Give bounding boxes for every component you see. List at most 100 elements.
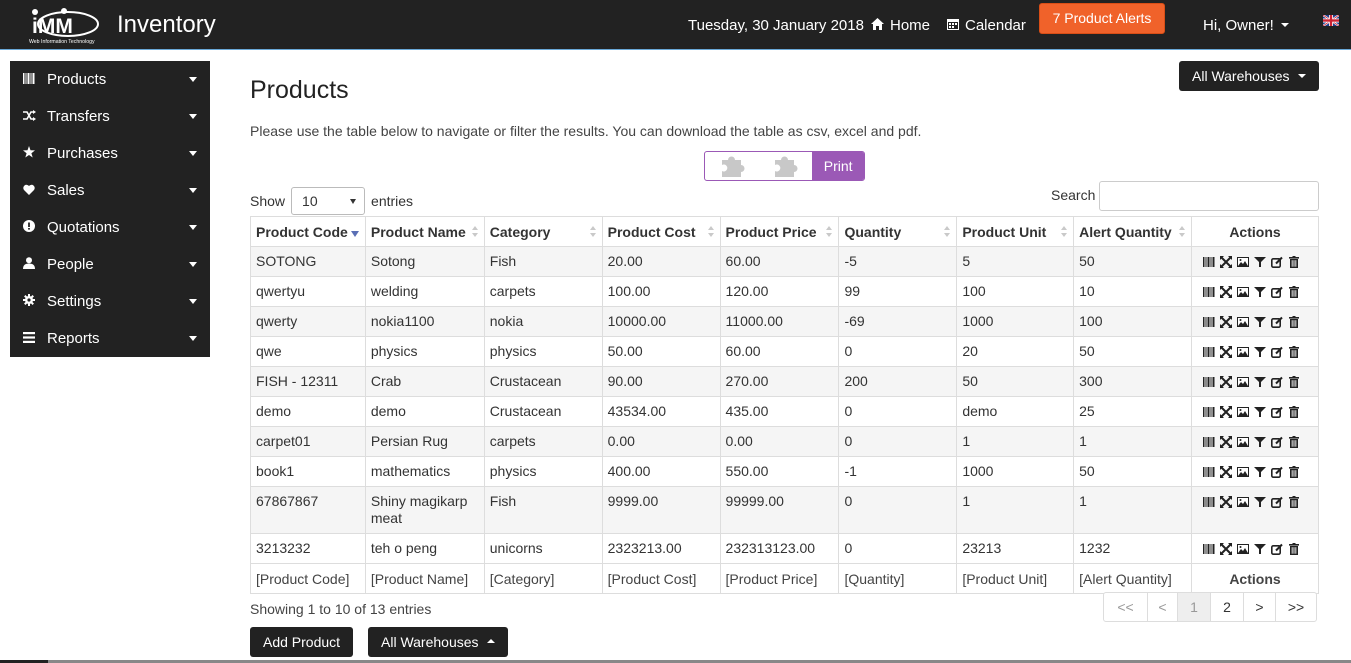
trash-icon[interactable]	[1288, 495, 1300, 508]
sidebar-item-reports[interactable]: Reports	[10, 320, 210, 357]
sidebar-item-transfers[interactable]: Transfers	[10, 98, 210, 135]
edit-icon[interactable]	[1270, 406, 1283, 418]
language-flag-icon[interactable]	[1322, 13, 1340, 27]
edit-icon[interactable]	[1270, 316, 1283, 328]
barcode-icon[interactable]	[1202, 316, 1215, 328]
expand-icon[interactable]	[1219, 285, 1232, 298]
sidebar-item-sales[interactable]: Sales	[10, 172, 210, 209]
barcode-icon[interactable]	[1202, 496, 1215, 508]
print-button[interactable]: Print	[812, 152, 864, 180]
filter-alert-quantity[interactable]: [Alert Quantity]	[1073, 563, 1192, 594]
image-icon[interactable]	[1236, 256, 1249, 268]
trash-icon[interactable]	[1288, 375, 1300, 388]
column-header-product-name[interactable]: Product Name	[364, 216, 485, 247]
filter-product-cost[interactable]: [Product Cost]	[601, 563, 721, 594]
filter-icon[interactable]	[1253, 376, 1266, 388]
all-warehouses-button[interactable]: All Warehouses	[1179, 61, 1319, 91]
company-logo[interactable]: iMM Web Information Technology	[28, 7, 102, 45]
column-header-product-price[interactable]: Product Price	[719, 216, 840, 247]
all-warehouses-dropup-button[interactable]: All Warehouses	[368, 627, 508, 657]
image-icon[interactable]	[1236, 376, 1249, 388]
image-icon[interactable]	[1236, 316, 1249, 328]
trash-icon[interactable]	[1288, 542, 1300, 555]
filter-product-code[interactable]: [Product Code]	[250, 563, 366, 594]
pagination-first-button[interactable]: <<	[1103, 592, 1148, 622]
filter-icon[interactable]	[1253, 286, 1266, 298]
sidebar-item-people[interactable]: People	[10, 246, 210, 283]
table-row[interactable]: qwe physics physics 50.00 60.00 0 20 50	[250, 336, 1320, 367]
expand-icon[interactable]	[1219, 405, 1232, 418]
image-icon[interactable]	[1236, 436, 1249, 448]
edit-icon[interactable]	[1270, 256, 1283, 268]
expand-icon[interactable]	[1219, 542, 1232, 555]
column-header-product-code[interactable]: Product Code	[250, 216, 366, 247]
column-header-category[interactable]: Category	[483, 216, 603, 247]
trash-icon[interactable]	[1288, 465, 1300, 478]
table-row[interactable]: 3213232 teh o peng unicorns 2323213.00 23231…	[250, 533, 1320, 564]
expand-icon[interactable]	[1219, 495, 1232, 508]
image-icon[interactable]	[1236, 496, 1249, 508]
search-input[interactable]	[1099, 181, 1319, 211]
filter-icon[interactable]	[1253, 543, 1266, 555]
filter-product-unit[interactable]: [Product Unit]	[956, 563, 1075, 594]
barcode-icon[interactable]	[1202, 466, 1215, 478]
filter-icon[interactable]	[1253, 256, 1266, 268]
filter-product-price[interactable]: [Product Price]	[719, 563, 840, 594]
export-csv-button[interactable]	[705, 152, 759, 180]
column-header-quantity[interactable]: Quantity	[838, 216, 958, 247]
sidebar-item-purchases[interactable]: Purchases	[10, 135, 210, 172]
image-icon[interactable]	[1236, 466, 1249, 478]
table-row[interactable]: qwertyu welding carpets 100.00 120.00 99 100 10	[250, 276, 1320, 307]
trash-icon[interactable]	[1288, 285, 1300, 298]
filter-category[interactable]: [Category]	[483, 563, 603, 594]
expand-icon[interactable]	[1219, 435, 1232, 448]
sidebar-item-quotations[interactable]: Quotations	[10, 209, 210, 246]
sidebar-item-products[interactable]: Products	[10, 61, 210, 98]
filter-quantity[interactable]: [Quantity]	[838, 563, 958, 594]
sidebar-item-settings[interactable]: Settings	[10, 283, 210, 320]
column-header-product-unit[interactable]: Product Unit	[956, 216, 1075, 247]
filter-icon[interactable]	[1253, 436, 1266, 448]
user-menu[interactable]: Hi, Owner!	[1203, 0, 1289, 50]
barcode-icon[interactable]	[1202, 286, 1215, 298]
filter-icon[interactable]	[1253, 466, 1266, 478]
edit-icon[interactable]	[1270, 543, 1283, 555]
calendar-link[interactable]: Calendar	[947, 0, 1026, 50]
barcode-icon[interactable]	[1202, 436, 1215, 448]
expand-icon[interactable]	[1219, 345, 1232, 358]
expand-icon[interactable]	[1219, 315, 1232, 328]
column-header-product-cost[interactable]: Product Cost	[601, 216, 721, 247]
edit-icon[interactable]	[1270, 436, 1283, 448]
expand-icon[interactable]	[1219, 255, 1232, 268]
trash-icon[interactable]	[1288, 255, 1300, 268]
barcode-icon[interactable]	[1202, 346, 1215, 358]
filter-icon[interactable]	[1253, 346, 1266, 358]
edit-icon[interactable]	[1270, 496, 1283, 508]
filter-icon[interactable]	[1253, 316, 1266, 328]
image-icon[interactable]	[1236, 286, 1249, 298]
table-row[interactable]: carpet01 Persian Rug carpets 0.00 0.00 0 1 1	[250, 426, 1320, 457]
barcode-icon[interactable]	[1202, 376, 1215, 388]
edit-icon[interactable]	[1270, 346, 1283, 358]
trash-icon[interactable]	[1288, 315, 1300, 328]
table-row[interactable]: qwerty nokia1100 nokia 10000.00 11000.00 -69 1…	[250, 306, 1320, 337]
pagination-page-2[interactable]: 2	[1210, 592, 1244, 622]
trash-icon[interactable]	[1288, 435, 1300, 448]
edit-icon[interactable]	[1270, 466, 1283, 478]
pagination-last-button[interactable]: >>	[1275, 592, 1317, 622]
table-row[interactable]: SOTONG Sotong Fish 20.00 60.00 -5 5 50	[250, 246, 1320, 277]
image-icon[interactable]	[1236, 406, 1249, 418]
filter-icon[interactable]	[1253, 496, 1266, 508]
pagination-next-button[interactable]: >	[1243, 592, 1276, 622]
filter-product-name[interactable]: [Product Name]	[364, 563, 485, 594]
expand-icon[interactable]	[1219, 375, 1232, 388]
export-excel-button[interactable]	[759, 152, 813, 180]
column-header-alert-quantity[interactable]: Alert Quantity	[1073, 216, 1192, 247]
expand-icon[interactable]	[1219, 465, 1232, 478]
pagination-prev-button[interactable]: <	[1147, 592, 1178, 622]
table-row[interactable]: 67867867 Shiny magikarp meat Fish 9999.00 99…	[250, 486, 1320, 534]
barcode-icon[interactable]	[1202, 543, 1215, 555]
add-product-button[interactable]: Add Product	[250, 627, 353, 657]
filter-icon[interactable]	[1253, 406, 1266, 418]
entries-select[interactable]: 10	[291, 187, 366, 215]
